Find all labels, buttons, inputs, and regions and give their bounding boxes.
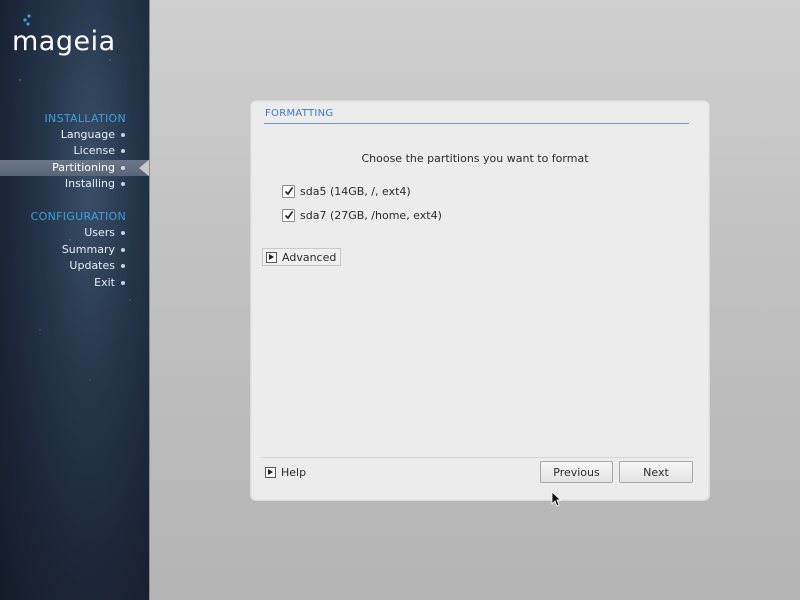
advanced-label: Advanced — [282, 250, 337, 264]
nav-item-label: Partitioning — [52, 161, 115, 174]
checkmark-icon — [284, 186, 294, 195]
nav-item-label: Exit — [94, 276, 115, 289]
previous-button[interactable]: Previous — [540, 461, 613, 483]
checkmark-icon — [284, 210, 294, 219]
bullet-icon — [121, 231, 125, 235]
nav-item-label: Installing — [64, 177, 115, 190]
dialog-title: FORMATTING — [265, 108, 334, 119]
bullet-icon — [121, 166, 125, 170]
checkbox[interactable] — [282, 208, 295, 222]
bullet-icon — [121, 264, 125, 268]
bullet-icon — [121, 182, 125, 186]
bullet-icon — [121, 133, 125, 137]
nav-item-installing: Installing — [0, 176, 149, 192]
sidebar: mageia INSTALLATION Language License Par… — [0, 0, 149, 600]
title-underline — [264, 123, 689, 124]
nav-item-users: Users — [0, 225, 149, 241]
nav-item-exit: Exit — [0, 275, 149, 291]
nav-item-label: Updates — [69, 259, 115, 272]
nav-item-language: Language — [0, 127, 149, 143]
help-label: Help — [281, 465, 307, 479]
expand-arrow-icon — [266, 251, 277, 263]
nav-item-label: License — [73, 144, 115, 157]
advanced-button[interactable]: Advanced — [262, 248, 342, 266]
nav-item-license: License — [0, 143, 149, 159]
formatting-dialog: FORMATTING Choose the partitions you wan… — [251, 101, 709, 500]
mageia-logo: mageia — [12, 14, 142, 57]
nav-item-label: Users — [84, 226, 115, 239]
nav-item-updates: Updates — [0, 258, 149, 274]
checkbox[interactable] — [282, 184, 295, 198]
help-button[interactable]: Help — [265, 464, 306, 480]
mouse-cursor-icon — [551, 491, 561, 507]
bullet-icon — [121, 248, 125, 252]
nav-item-label: Language — [60, 128, 115, 141]
bullet-icon — [121, 149, 125, 153]
nav-item-partitioning: Partitioning — [0, 159, 149, 177]
section-title-configuration: CONFIGURATION — [30, 210, 126, 223]
prompt-text: Choose the partitions you want to format — [361, 152, 589, 165]
partition-option-sda7[interactable]: sda7 (27GB, /home, ext4) — [282, 207, 442, 223]
footer-divider — [261, 457, 694, 458]
section-title-installation: INSTALLATION — [44, 112, 126, 125]
partition-option-sda5[interactable]: sda5 (14GB, /, ext4) — [282, 183, 411, 199]
partition-label: sda5 (14GB, /, ext4) — [300, 184, 411, 198]
nav-item-summary: Summary — [0, 242, 149, 258]
sidebar-divider — [149, 0, 150, 600]
bullet-icon — [121, 281, 125, 285]
next-button[interactable]: Next — [619, 461, 693, 483]
nav-item-label: Summary — [61, 243, 115, 256]
logo-text: mageia — [12, 26, 116, 57]
partition-label: sda7 (27GB, /home, ext4) — [300, 208, 442, 222]
expand-arrow-icon — [265, 466, 276, 478]
